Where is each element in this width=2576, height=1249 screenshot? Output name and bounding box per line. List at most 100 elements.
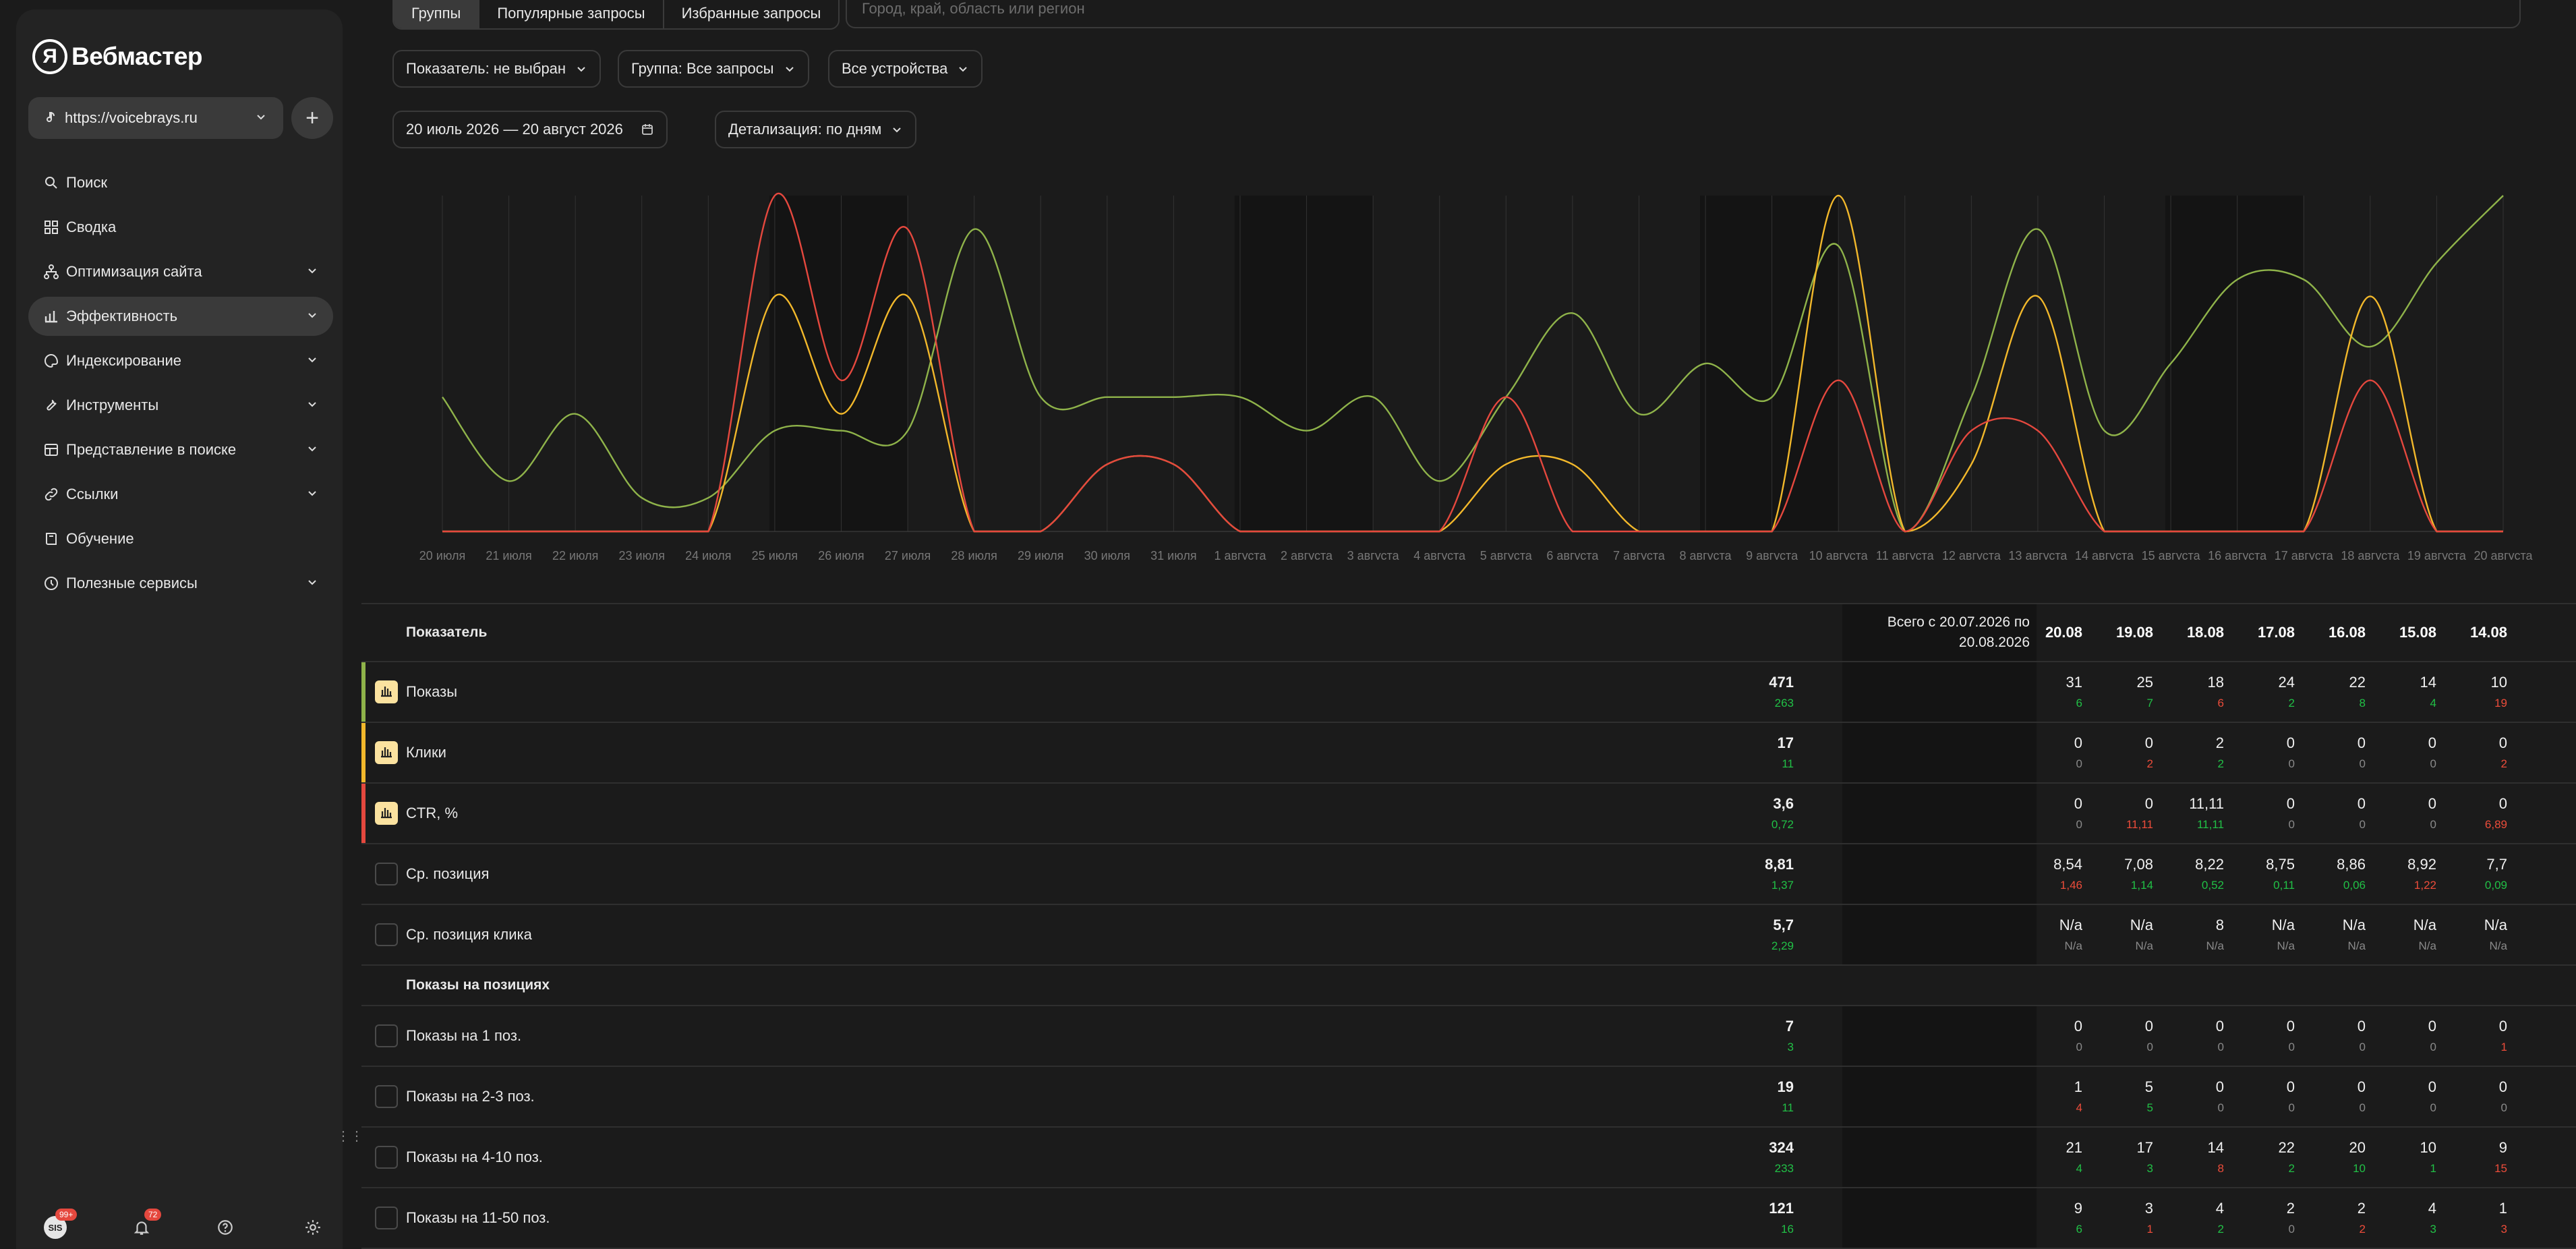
table-row[interactable]: Ср. позиция 8,81 1,37 8,54 1,46 7,08 1,14 8,22 0… — [361, 844, 2576, 905]
date-column-header[interactable]: 20.08 — [2022, 604, 2082, 661]
cell-value: 3,6 — [1773, 795, 1794, 812]
date-column-header[interactable]: 14.08 — [2447, 604, 2507, 661]
search-icon — [45, 177, 57, 189]
notifications-button[interactable]: 72 — [128, 1209, 162, 1241]
sidebar-item-5[interactable]: Инструменты — [28, 386, 333, 425]
table-cell: 5,7 2,29 — [1659, 905, 1794, 964]
weekend-band — [1700, 196, 1839, 531]
table-cell: 00 — [2447, 1067, 2507, 1126]
x-tick-label: 16 августа — [2208, 549, 2267, 560]
cell-delta: N/a — [2135, 939, 2153, 952]
table-row[interactable]: Показы на 4-10 поз. 324 233 21 4 17 3 14 8 22 2 20 1… — [361, 1128, 2576, 1188]
x-tick-label: 21 июля — [486, 549, 531, 560]
chevron-down-icon — [306, 263, 318, 281]
row-chart-toggle[interactable] — [375, 1207, 398, 1229]
date-column-header[interactable]: 18.08 — [2163, 604, 2224, 661]
table-cell: 00 — [2376, 1067, 2436, 1126]
date-column-header[interactable]: 15.08 — [2376, 604, 2436, 661]
row-chart-toggle[interactable] — [375, 1146, 398, 1169]
tab-1[interactable]: Популярные запросы — [479, 0, 664, 28]
help-button[interactable] — [212, 1214, 239, 1241]
table-cell: 96 — [2022, 1188, 2082, 1248]
table-row[interactable]: Показы 471 263 31 6 25 7 18 6 24 2 22 8 14 4 10 19 — [361, 662, 2576, 723]
cell-delta: 2,29 — [1771, 939, 1794, 952]
cell-delta: 11 — [1782, 1101, 1794, 1114]
cell-value: 0 — [2357, 1078, 2366, 1095]
table-cell: 8,92 1,22 — [2376, 844, 2436, 904]
cell-delta: 0,09 — [2484, 879, 2507, 892]
region-search-input[interactable]: Город, край, область или регион — [846, 0, 2521, 28]
sidebar-item-1[interactable]: Сводка — [28, 208, 333, 247]
total-column-bg — [1842, 662, 2037, 722]
cell-delta: 0 — [2359, 1101, 2366, 1114]
cell-delta: 6 — [2076, 1223, 2082, 1236]
cell-delta: 7 — [2146, 697, 2153, 709]
cell-value: 0 — [2286, 1018, 2295, 1035]
cell-delta: N/a — [2064, 939, 2082, 952]
table-row[interactable]: CTR, % 3,6 0,72 0 0 0 11,11 11,11 11,11 0 0 0 0 0 0 0 6,… — [361, 784, 2576, 844]
bar-chart-icon — [379, 683, 394, 701]
sidebar-item-2[interactable]: Оптимизация сайта — [28, 252, 333, 291]
sidebar-item-0[interactable]: Поиск — [28, 163, 333, 202]
table-cell: 00 — [2376, 723, 2436, 782]
table-cell: 10 1 — [2376, 1128, 2436, 1187]
row-chart-toggle[interactable] — [375, 1024, 398, 1047]
hierarchy-icon — [44, 264, 59, 279]
row-chart-toggle[interactable] — [375, 680, 398, 703]
user-avatar-button[interactable]: SIS 99+ — [42, 1209, 78, 1241]
cell-delta: 6 — [2217, 697, 2224, 709]
chevron-down-icon — [306, 397, 318, 414]
cell-delta: 1,37 — [1771, 879, 1794, 892]
table-cell: N/a N/a — [2234, 905, 2295, 964]
row-chart-toggle[interactable] — [375, 923, 398, 946]
table-cell: 00 — [2305, 784, 2366, 843]
settings-button[interactable] — [299, 1214, 326, 1241]
sidebar-item-8[interactable]: Обучение — [28, 519, 333, 558]
site-selector[interactable]: https://voicebrays.ru — [28, 97, 283, 139]
table-cell: 19 11 — [1659, 1067, 1794, 1126]
indicator-filter[interactable]: Показатель: не выбран — [392, 50, 602, 88]
avatar-badge: 99+ — [55, 1209, 78, 1221]
calendar-icon — [641, 123, 654, 136]
cell-delta: 3 — [2146, 1162, 2153, 1175]
sidebar-resize-handle[interactable]: ⋮⋮ — [336, 1122, 363, 1149]
table-row[interactable]: Показы на 1 поз. 7 3 0 0 0 0 0 0 0 0 0 0 0 0 0 1 — [361, 1006, 2576, 1067]
add-site-button[interactable]: + — [291, 97, 333, 139]
sidebar-item-3[interactable]: Эффективность — [28, 297, 333, 336]
sidebar-item-6[interactable]: Представление в поиске — [28, 430, 333, 469]
sidebar-item-7[interactable]: Ссылки — [28, 475, 333, 514]
row-chart-toggle[interactable] — [375, 741, 398, 764]
logo[interactable]: Я Вебмастер — [32, 31, 203, 82]
tab-0[interactable]: Группы — [394, 0, 480, 28]
devices-filter[interactable]: Все устройства — [828, 50, 983, 88]
date-column-header[interactable]: 19.08 — [2092, 604, 2153, 661]
row-chart-toggle[interactable] — [375, 802, 398, 825]
weekend-band — [769, 196, 908, 531]
table-row[interactable]: Показы на 2-3 поз. 19 11 1 4 5 5 0 0 0 0 0 0 0 0 0 0 — [361, 1067, 2576, 1128]
date-column-header[interactable]: 17.08 — [2234, 604, 2295, 661]
weekend-band — [1234, 196, 1374, 531]
tab-2[interactable]: Избранные запросы — [664, 0, 839, 28]
cell-delta: N/a — [2418, 939, 2436, 952]
row-chart-toggle[interactable] — [375, 1085, 398, 1108]
sidebar-item-4[interactable]: Индексирование — [28, 341, 333, 380]
cell-value: 2 — [2215, 734, 2224, 751]
cell-delta: 2 — [2217, 1223, 2224, 1236]
sidebar-item-9[interactable]: Полезные сервисы — [28, 564, 333, 603]
cell-delta: 0 — [2430, 757, 2436, 770]
cell-delta: 5 — [2146, 1101, 2153, 1114]
table-row[interactable]: Клики 17 11 0 0 0 2 2 2 0 0 0 0 0 0 0 2 — [361, 723, 2576, 784]
cell-value: 0 — [2144, 795, 2153, 812]
row-chart-toggle[interactable] — [375, 863, 398, 885]
date-range-filter[interactable]: 20 июль 2026 — 20 август 2026 — [392, 111, 668, 148]
cell-value: 14 — [2207, 1139, 2224, 1156]
table-row[interactable]: Показы на 11-50 поз. 121 16 9 6 3 1 4 2 2 0 2 2 4 3 1 3 — [361, 1188, 2576, 1249]
date-column-header[interactable]: 16.08 — [2305, 604, 2366, 661]
table-row[interactable]: Ср. позиция клика 5,7 2,29 N/a N/a N/a N/a 8 N/a… — [361, 905, 2576, 966]
table-cell: 8,81 1,37 — [1659, 844, 1794, 904]
group-filter[interactable]: Группа: Все запросы — [618, 50, 809, 88]
detail-filter[interactable]: Детализация: по дням — [715, 111, 917, 148]
table-cell: 9 15 — [2447, 1128, 2507, 1187]
cell-value: 4 — [2215, 1200, 2224, 1217]
table-cell: 00 — [2022, 784, 2082, 843]
